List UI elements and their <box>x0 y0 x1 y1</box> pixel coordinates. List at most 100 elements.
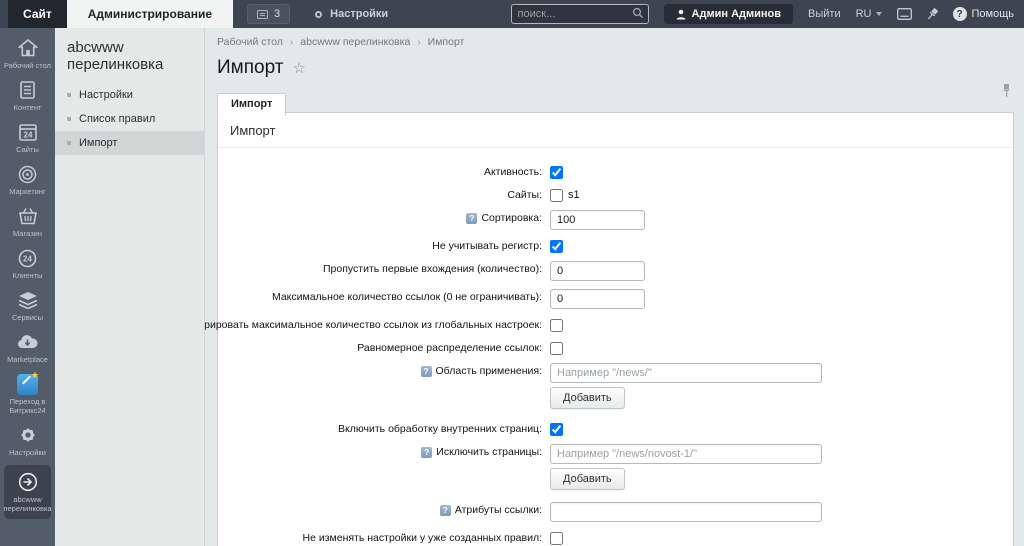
panel-pin-icon[interactable] <box>1001 83 1012 98</box>
sidebar-item-arrow-circle[interactable]: abcwww перелинковка <box>3 465 52 519</box>
basket-icon <box>18 205 38 227</box>
sidebar-item-calendar-24[interactable]: 24 Сайты <box>0 117 55 159</box>
checkbox[interactable] <box>550 423 563 436</box>
site-tab[interactable]: Сайт <box>8 0 67 28</box>
question-icon: ? <box>952 7 967 21</box>
sidebar-item-label: Переход в Битрикс24 <box>9 397 46 415</box>
sidebar-item-label: Marketplace <box>7 355 48 364</box>
help-icon[interactable]: ? <box>420 365 432 377</box>
checkbox[interactable] <box>550 240 563 253</box>
main-content: Рабочий стол › abcwww перелинковка › Импорт … <box>205 28 1024 546</box>
user-menu-button[interactable]: Админ Админов <box>663 4 794 24</box>
tab-import[interactable]: Импорт <box>217 93 287 116</box>
text-input[interactable] <box>550 502 822 522</box>
form-row: Игнорировать максимальное количество ссы… <box>205 317 1013 332</box>
form-row: Не учитывать регистр: <box>218 238 1013 253</box>
sidebar-item-layers[interactable]: Сервисы <box>0 285 55 327</box>
search-input[interactable] <box>510 4 649 24</box>
field-label: Игнорировать максимальное количество ссы… <box>205 317 550 331</box>
sidebar-item-cloud-download[interactable]: Marketplace <box>0 327 55 369</box>
module-menu-item[interactable]: Импорт <box>55 131 204 155</box>
field-label: Пропустить первые вхождения (количество)… <box>218 261 550 275</box>
module-menu: abcwww перелинковка Настройки Список прав… <box>55 28 205 546</box>
admin-tab[interactable]: Администрирование <box>66 0 234 28</box>
sidebar-item-label: Клиенты <box>12 271 43 280</box>
gear-icon <box>18 424 38 446</box>
checkbox[interactable] <box>550 342 563 355</box>
page-title: Импорт <box>217 57 284 78</box>
sidebar-item-document[interactable]: Контент <box>0 75 55 117</box>
form-row: Максимальное количество ссылок (0 не огр… <box>218 289 1013 309</box>
text-input[interactable] <box>550 210 645 230</box>
breadcrumb-link: Импорт <box>427 36 465 48</box>
module-menu-item[interactable]: Настройки <box>55 83 204 107</box>
breadcrumb-link[interactable]: Рабочий стол <box>217 36 283 48</box>
checkbox[interactable] <box>550 189 563 202</box>
breadcrumb-separator: › <box>289 36 294 48</box>
sidebar-item-basket[interactable]: Магазин <box>0 201 55 243</box>
field-label-text: Сортировка: <box>481 212 542 224</box>
field-label-text: Не учитывать регистр: <box>432 240 542 252</box>
breadcrumb: Рабочий стол › abcwww перелинковка › Импорт <box>217 36 1014 48</box>
form-row: Сайты: s1 <box>218 187 1013 202</box>
language-selector[interactable]: RU <box>856 8 882 20</box>
field-label-text: Максимальное количество ссылок (0 не огр… <box>271 291 542 303</box>
field-value: Добавить <box>550 444 822 490</box>
import-form: Активность:Сайты:s1?Сортировка:Не учитыв… <box>205 148 1013 546</box>
sidebar-item-label: Контент <box>13 103 42 112</box>
text-input[interactable] <box>550 289 645 309</box>
add-button[interactable]: Добавить <box>550 387 625 409</box>
home-icon <box>17 37 38 59</box>
field-label: Не изменять настройки у уже созданных пр… <box>218 530 550 544</box>
pin-icon[interactable] <box>927 7 938 21</box>
field-label: Максимальное количество ссылок (0 не огр… <box>218 289 550 303</box>
field-value <box>550 164 563 179</box>
field-label-text: Область применения: <box>435 365 542 377</box>
hotkeys-icon[interactable] <box>896 8 912 20</box>
favorite-star-icon[interactable]: ☆ <box>292 59 305 77</box>
sidebar-item-clients-24[interactable]: 24 Клиенты <box>0 243 55 285</box>
text-input[interactable] <box>550 363 822 383</box>
form-row: ? Атрибуты ссылки: <box>218 502 1013 522</box>
field-value <box>550 210 645 230</box>
form-row: ?Исключить страницы:Добавить <box>218 444 1013 490</box>
field-label-text: Сайты: <box>507 189 542 201</box>
clients-24-icon: 24 <box>18 247 37 269</box>
form-row: Равномерное распределение ссылок: <box>218 340 1013 355</box>
sidebar-item-gear[interactable]: Настройки <box>0 420 55 462</box>
notifications-icon <box>257 9 269 19</box>
checkbox[interactable] <box>550 166 563 179</box>
notifications-button[interactable]: 3 <box>247 4 291 24</box>
search-icon[interactable] <box>632 7 644 19</box>
sidebar-item-bitrix24[interactable]: ★ Переход в Битрикс24 <box>0 369 55 420</box>
field-label-text: Игнорировать максимальное количество ссы… <box>205 319 542 331</box>
field-value <box>550 261 645 281</box>
help-icon[interactable]: ? <box>439 504 451 516</box>
help-icon[interactable]: ? <box>421 446 433 458</box>
icon-sidebar: Рабочий стол Контент 24 Сайты Маркетинг Магаз… <box>0 28 55 546</box>
sidebar-item-target[interactable]: Маркетинг <box>0 159 55 201</box>
field-value <box>550 340 563 355</box>
form-row: Не изменять настройки у уже созданных пр… <box>218 530 1013 545</box>
svg-text:24: 24 <box>23 254 32 263</box>
field-value <box>550 289 645 309</box>
breadcrumb-link[interactable]: abcwww перелинковка <box>300 36 410 48</box>
sidebar-item-home[interactable]: Рабочий стол <box>0 33 55 75</box>
form-row: Включить обработку внутренних страниц: <box>218 421 1013 436</box>
help-icon[interactable]: ? <box>466 212 478 224</box>
sidebar-item-label: Магазин <box>13 229 42 238</box>
add-button[interactable]: Добавить <box>550 468 625 490</box>
sidebar-item-label: Рабочий стол <box>3 61 52 70</box>
checkbox[interactable] <box>550 319 563 332</box>
section-title: Импорт <box>218 113 1013 148</box>
field-label-text: Исключить страницы: <box>436 446 542 458</box>
module-menu-item[interactable]: Список правил <box>55 107 204 131</box>
field-label: Равномерное распределение ссылок: <box>218 340 550 354</box>
help-button[interactable]: ? Помощь <box>952 7 1014 21</box>
checkbox[interactable] <box>550 532 563 545</box>
text-input[interactable] <box>550 444 822 464</box>
topbar-settings-button[interactable]: Настройки <box>312 8 388 21</box>
field-label: ? Исключить страницы: <box>218 444 550 458</box>
logout-link[interactable]: Выйти <box>808 8 841 20</box>
text-input[interactable] <box>550 261 645 281</box>
